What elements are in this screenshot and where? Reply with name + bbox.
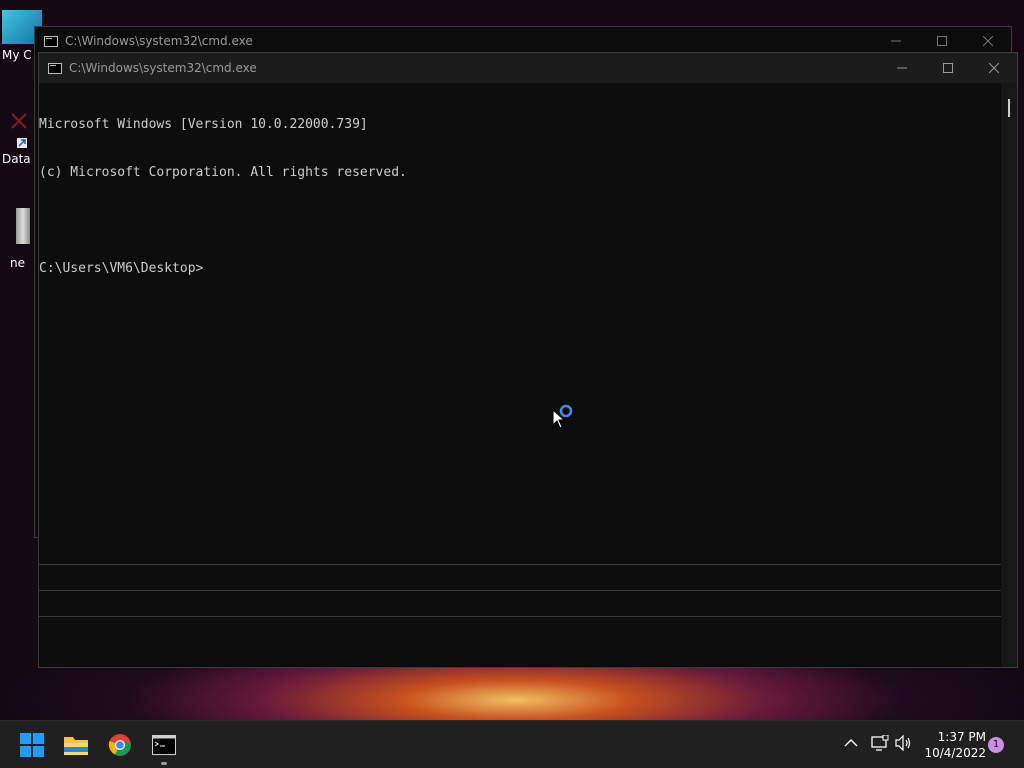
divider [39,590,1001,591]
maximize-icon [943,63,953,73]
chrome-icon [108,734,131,756]
clock-date: 10/4/2022 [924,746,986,760]
console-line: Microsoft Windows [Version 10.0.22000.73… [39,117,368,132]
scrollbar-thumb[interactable] [1008,99,1010,117]
window-title: C:\Windows\system32\cmd.exe [65,34,253,48]
file-icon [16,208,30,244]
file-explorer-button[interactable] [60,729,92,761]
minimize-icon [897,67,907,69]
cmd-icon [44,35,58,47]
title-bar[interactable]: C:\Windows\system32\cmd.exe [39,53,1017,83]
show-hidden-icons-button[interactable] [844,737,858,751]
notification-badge[interactable]: 1 [988,737,1004,753]
cmd-icon [48,62,62,74]
windows-start-icon [20,733,44,757]
busy-cursor-icon [552,404,573,429]
cmd-window[interactable]: C:\Windows\system32\cmd.exe Microsoft Wi… [38,52,1018,668]
maximize-button[interactable] [925,53,971,83]
minimize-button[interactable] [879,53,925,83]
window-title: C:\Windows\system32\cmd.exe [69,61,257,75]
notification-count: 1 [992,739,1000,750]
console-line: (c) Microsoft Corporation. All rights re… [39,165,407,180]
close-icon [983,36,993,46]
vertical-scrollbar[interactable] [1001,83,1017,667]
clock-time: 1:37 PM [937,730,986,744]
taskbar: 1:37 PM 10/4/2022 1 [0,720,1024,768]
desktop-icon-data[interactable]: Data [2,112,36,166]
minimize-icon [891,40,901,42]
start-button[interactable] [16,729,48,761]
active-app-indicator [161,762,167,765]
chrome-button[interactable] [104,729,136,761]
console-prompt: C:\Users\VM6\Desktop> [39,261,204,276]
volume-button[interactable] [895,734,913,754]
console-output[interactable]: Microsoft Windows [Version 10.0.22000.73… [39,83,1001,667]
close-button[interactable] [971,53,1017,83]
network-button[interactable] [871,734,889,754]
divider [39,564,1001,565]
desktop-icon-label: Data [2,152,31,166]
shortcut-icon [9,112,29,148]
title-bar[interactable]: C:\Windows\system32\cmd.exe [35,27,1011,55]
close-icon [989,63,999,73]
file-explorer-icon [64,737,88,755]
chevron-up-icon [844,739,858,747]
maximize-icon [937,36,947,46]
volume-icon [895,734,911,752]
terminal-button[interactable] [148,729,180,761]
divider [39,616,1001,617]
network-icon [871,734,889,751]
clock[interactable]: 1:37 PM 10/4/2022 [922,729,986,761]
terminal-icon [152,735,176,755]
